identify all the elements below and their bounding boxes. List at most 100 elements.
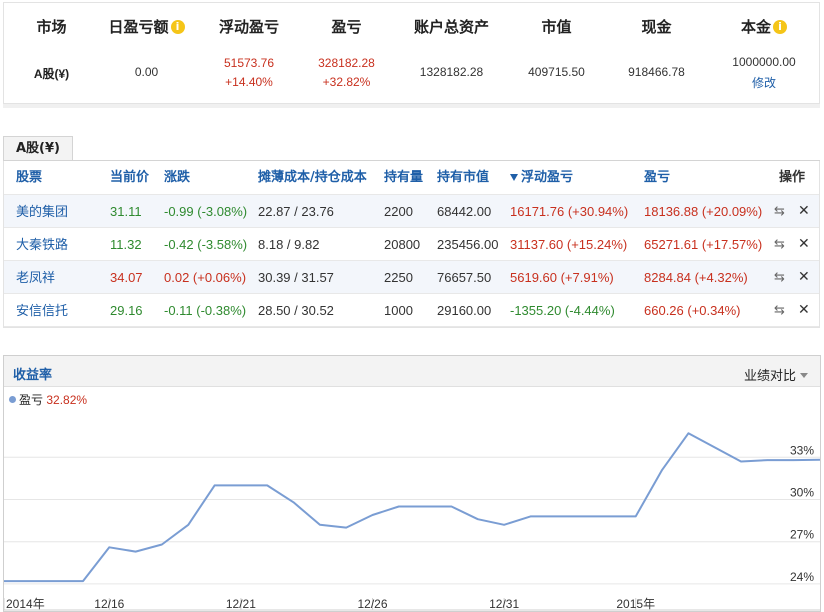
col-floating[interactable]: 浮动盈亏	[510, 161, 573, 194]
holdings-table: 股票 当前价 涨跌 摊薄成本/持仓成本 持有量 持有市值 浮动盈亏 盈亏 操作 …	[3, 161, 820, 328]
pnl-column: 盈亏 328182.28 +32.82%	[299, 3, 394, 103]
x-tick-label: 12/21	[226, 597, 256, 611]
daily-pnl-column: 日盈亏额 i 0.00	[99, 3, 194, 103]
value-cell: 29160.00	[437, 303, 492, 318]
stock-name-link[interactable]: 大秦铁路	[16, 228, 68, 261]
x-tick-label: 12/26	[358, 597, 388, 611]
x-tick-label: 2015年	[616, 597, 655, 611]
cost-cell: 8.18 / 9.82	[258, 237, 320, 252]
principal-column: 本金 i 1000000.00 修改	[714, 3, 814, 103]
principal-header: 本金 i	[714, 16, 814, 37]
cash-header: 现金	[641, 18, 672, 36]
close-icon[interactable]: ✕	[798, 237, 810, 251]
pnl-value: 328182.28	[318, 56, 375, 70]
total-assets-value: 1328182.28	[419, 65, 484, 79]
transfer-icon[interactable]: ⇆	[774, 303, 788, 316]
col-stock[interactable]: 股票	[16, 161, 42, 194]
return-line-chart: 24% 27% 30% 33% 2014年 12/16 12/21 12/26 12/31 201…	[4, 432, 820, 611]
price-cell: 29.16	[110, 303, 143, 318]
price-cell: 31.11	[110, 204, 142, 219]
table-row: 安信信托 29.16 -0.11 (-0.38%) 28.50 / 30.52 …	[4, 294, 819, 327]
floating-cell: -1355.20 (-4.44%)	[510, 303, 615, 318]
daily-pnl-value: 0.00	[134, 65, 159, 79]
y-tick-label: 33%	[790, 443, 814, 457]
stock-name-link[interactable]: 安信信托	[16, 294, 68, 327]
cost-cell: 28.50 / 30.52	[258, 303, 334, 318]
floating-cell: 5619.60 (+7.91%)	[510, 270, 614, 285]
market-column: 市场 A股(¥)	[4, 3, 99, 103]
change-cell: -0.42 (-3.58%)	[164, 237, 248, 252]
series-line-盈亏	[4, 432, 820, 583]
info-icon[interactable]: i	[773, 20, 787, 34]
table-row: 老凤祥 34.07 0.02 (+0.06%) 30.39 / 31.57 22…	[4, 261, 819, 294]
qty-cell: 1000	[384, 303, 413, 318]
market-header: 市场	[36, 18, 67, 36]
floating-cell: 16171.76 (+30.94%)	[510, 204, 629, 219]
market-value: A股(¥)	[33, 67, 70, 81]
pnl-cell: 18136.88 (+20.09%)	[644, 204, 763, 219]
y-tick-label: 24%	[790, 570, 814, 584]
close-icon[interactable]: ✕	[798, 303, 810, 317]
value-cell: 235456.00	[437, 237, 499, 252]
cash-column: 现金 918466.78	[609, 3, 704, 103]
divider	[3, 104, 820, 108]
col-pnl[interactable]: 盈亏	[644, 161, 670, 194]
pnl-cell: 65271.61 (+17.57%)	[644, 237, 763, 252]
change-cell: 0.02 (+0.06%)	[164, 270, 247, 285]
price-cell: 11.32	[110, 237, 142, 252]
account-summary: 市场 A股(¥) 日盈亏额 i 0.00 浮动盈亏 51573.76 +14.40…	[3, 2, 820, 104]
change-cell: -0.11 (-0.38%)	[164, 303, 247, 318]
col-ops: 操作	[779, 170, 806, 185]
tab-a-shares[interactable]: A股(¥)	[3, 136, 73, 161]
floating-pnl-percent: +14.40%	[225, 75, 273, 89]
close-icon[interactable]: ✕	[798, 270, 810, 284]
transfer-icon[interactable]: ⇆	[774, 204, 788, 217]
principal-value: 1000000.00	[732, 55, 796, 69]
total-assets-header: 账户总资产	[413, 18, 489, 36]
col-price[interactable]: 当前价	[110, 161, 149, 194]
col-change[interactable]: 涨跌	[164, 161, 190, 194]
floating-cell: 31137.60 (+15.24%)	[510, 237, 628, 252]
pnl-header: 盈亏	[331, 18, 362, 36]
close-icon[interactable]: ✕	[798, 204, 810, 218]
qty-cell: 2250	[384, 270, 413, 285]
table-row: 美的集团 31.11 -0.99 (-3.08%) 22.87 / 23.76 …	[4, 195, 819, 228]
y-tick-label: 30%	[790, 485, 814, 499]
x-tick-label: 2014年	[6, 597, 45, 611]
pnl-cell: 660.26 (+0.34%)	[644, 303, 741, 318]
col-value[interactable]: 持有市值	[437, 161, 489, 194]
col-cost[interactable]: 摊薄成本/持仓成本	[258, 161, 367, 194]
market-value-header: 市值	[541, 18, 572, 36]
floating-pnl-value: 51573.76	[223, 56, 275, 70]
y-tick-label: 27%	[790, 528, 814, 542]
sort-down-icon	[510, 174, 518, 181]
col-qty[interactable]: 持有量	[384, 161, 423, 194]
stock-name-link[interactable]: 老凤祥	[16, 261, 55, 294]
x-tick-label: 12/31	[489, 597, 519, 611]
market-value-column: 市值 409715.50	[509, 3, 604, 103]
qty-cell: 2200	[384, 204, 413, 219]
price-cell: 34.07	[110, 270, 143, 285]
daily-pnl-header: 日盈亏额 i	[99, 16, 194, 37]
edit-principal-link[interactable]: 修改	[714, 74, 814, 91]
cost-cell: 30.39 / 31.57	[258, 270, 334, 285]
change-cell: -0.99 (-3.08%)	[164, 204, 248, 219]
market-value-amount: 409715.50	[528, 65, 585, 79]
x-tick-label: 12/16	[94, 597, 124, 611]
return-chart-panel: 收益率 业绩对比 盈亏 32.82% 24% 27% 30% 33% 2014年 12/1…	[3, 355, 821, 612]
value-cell: 68442.00	[437, 204, 492, 219]
table-header: 股票 当前价 涨跌 摊薄成本/持仓成本 持有量 持有市值 浮动盈亏 盈亏 操作	[4, 161, 819, 195]
transfer-icon[interactable]: ⇆	[774, 237, 788, 250]
transfer-icon[interactable]: ⇆	[774, 270, 788, 283]
floating-pnl-column: 浮动盈亏 51573.76 +14.40%	[199, 3, 299, 103]
table-row: 大秦铁路 11.32 -0.42 (-3.58%) 8.18 / 9.82 20…	[4, 228, 819, 261]
stock-name-link[interactable]: 美的集团	[16, 195, 68, 228]
total-assets-column: 账户总资产 1328182.28	[399, 3, 504, 103]
cash-value: 918466.78	[628, 65, 685, 79]
qty-cell: 20800	[384, 237, 421, 252]
floating-pnl-header: 浮动盈亏	[218, 18, 279, 36]
cost-cell: 22.87 / 23.76	[258, 204, 334, 219]
value-cell: 76657.50	[437, 270, 492, 285]
pnl-percent: +32.82%	[322, 75, 371, 89]
info-icon[interactable]: i	[170, 20, 185, 34]
